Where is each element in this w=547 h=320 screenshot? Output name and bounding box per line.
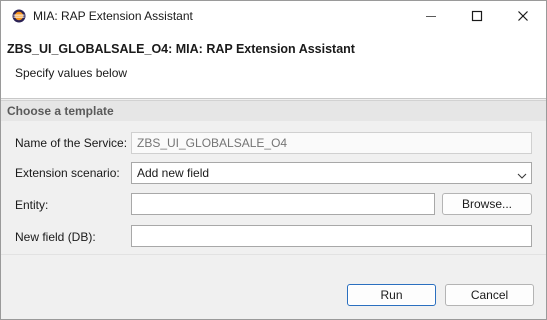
maximize-icon	[471, 10, 483, 22]
close-icon	[518, 11, 528, 21]
dialog-title: ZBS_UI_GLOBALSALE_O4: MIA: RAP Extension…	[7, 42, 355, 56]
new-field-input[interactable]	[131, 225, 532, 247]
service-name-field[interactable]	[131, 132, 532, 154]
eclipse-icon	[12, 9, 26, 23]
footer-divider	[1, 254, 546, 255]
window-title: MIA: RAP Extension Assistant	[33, 9, 193, 23]
close-button[interactable]	[500, 1, 546, 31]
dialog-header: ZBS_UI_GLOBALSALE_O4: MIA: RAP Extension…	[1, 31, 546, 99]
run-button[interactable]: Run	[347, 284, 436, 306]
dialog-window: MIA: RAP Extension Assistant ZBS_UI_GLOB…	[0, 0, 547, 320]
cancel-button[interactable]: Cancel	[445, 284, 534, 306]
dialog-subtitle: Specify values below	[15, 66, 128, 80]
form-area: Name of the Service: Extension scenario:…	[1, 121, 546, 254]
entity-label: Entity:	[15, 198, 49, 212]
extension-scenario-label: Extension scenario:	[15, 166, 120, 180]
entity-field[interactable]	[131, 193, 435, 215]
maximize-button[interactable]	[454, 1, 500, 31]
minimize-button[interactable]	[408, 1, 454, 31]
group-header: Choose a template	[1, 100, 546, 121]
group-title: Choose a template	[7, 104, 114, 118]
extension-scenario-select[interactable]: Add new field	[131, 162, 532, 184]
chevron-down-icon	[517, 169, 527, 183]
minimize-icon	[426, 16, 436, 17]
new-field-label: New field (DB):	[15, 230, 96, 244]
extension-scenario-value: Add new field	[137, 166, 210, 180]
service-name-label: Name of the Service:	[15, 136, 128, 150]
browse-button[interactable]: Browse...	[442, 193, 532, 215]
title-bar[interactable]: MIA: RAP Extension Assistant	[1, 1, 546, 31]
